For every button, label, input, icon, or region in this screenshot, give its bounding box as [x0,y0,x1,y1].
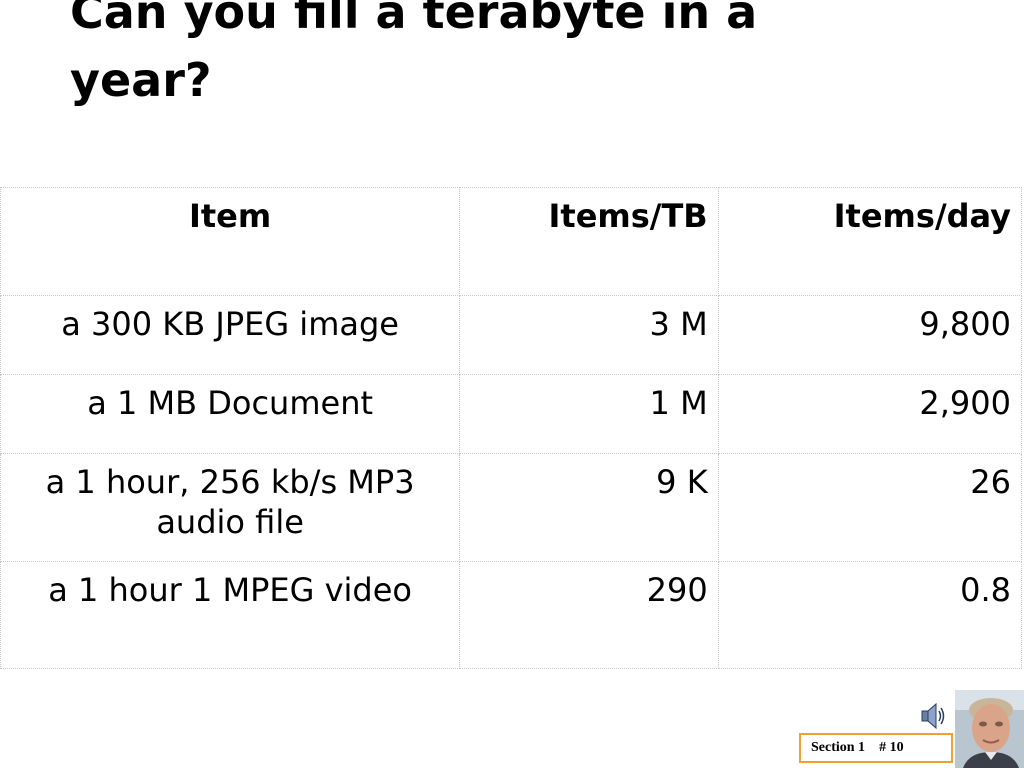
speaker-icon[interactable] [920,700,946,732]
cell-items-per-tb: 3 M [459,295,719,375]
footer-page-number: # 10 [879,740,904,755]
header-items-per-tb: Items/TB [459,187,719,296]
header-items-per-day: Items/day [717,187,1023,296]
cell-items-per-day: 0.8 [717,561,1023,669]
slide-footer: Section 1 # 10 [799,733,953,763]
speaker-icon-graphic [921,702,945,730]
cell-items-per-tb: 290 [459,561,719,669]
cell-item: a 300 KB JPEG image [0,295,461,375]
cell-items-per-tb: 9 K [459,453,719,562]
cell-items-per-day: 26 [717,453,1023,562]
cell-item: a 1 hour, 256 kb/s MP3 audio file [0,453,461,562]
presenter-photo [955,690,1024,768]
cell-item: a 1 hour 1 MPEG video [0,561,461,669]
data-table: Item Items/TB Items/day a 300 KB JPEG im… [0,187,1023,669]
table-row: a 1 MB Document 1 M 2,900 [0,374,1023,454]
table-row: a 1 hour, 256 kb/s MP3 audio file 9 K 26 [0,453,1023,562]
slide: Can you fill a terabyte in a year? Item … [0,0,1024,768]
header-item: Item [0,187,461,296]
cell-items-per-day: 2,900 [717,374,1023,454]
cell-item: a 1 MB Document [0,374,461,454]
cell-items-per-tb: 1 M [459,374,719,454]
footer-section-label: Section 1 [811,740,866,755]
table-row: a 300 KB JPEG image 3 M 9,800 [0,295,1023,375]
table-header-row: Item Items/TB Items/day [0,187,1023,296]
presenter-photo-graphic [955,690,1024,768]
table-row: a 1 hour 1 MPEG video 290 0.8 [0,561,1023,669]
slide-title: Can you fill a terabyte in a year? [70,0,758,107]
cell-items-per-day: 9,800 [717,295,1023,375]
footer-spacer [865,740,879,755]
